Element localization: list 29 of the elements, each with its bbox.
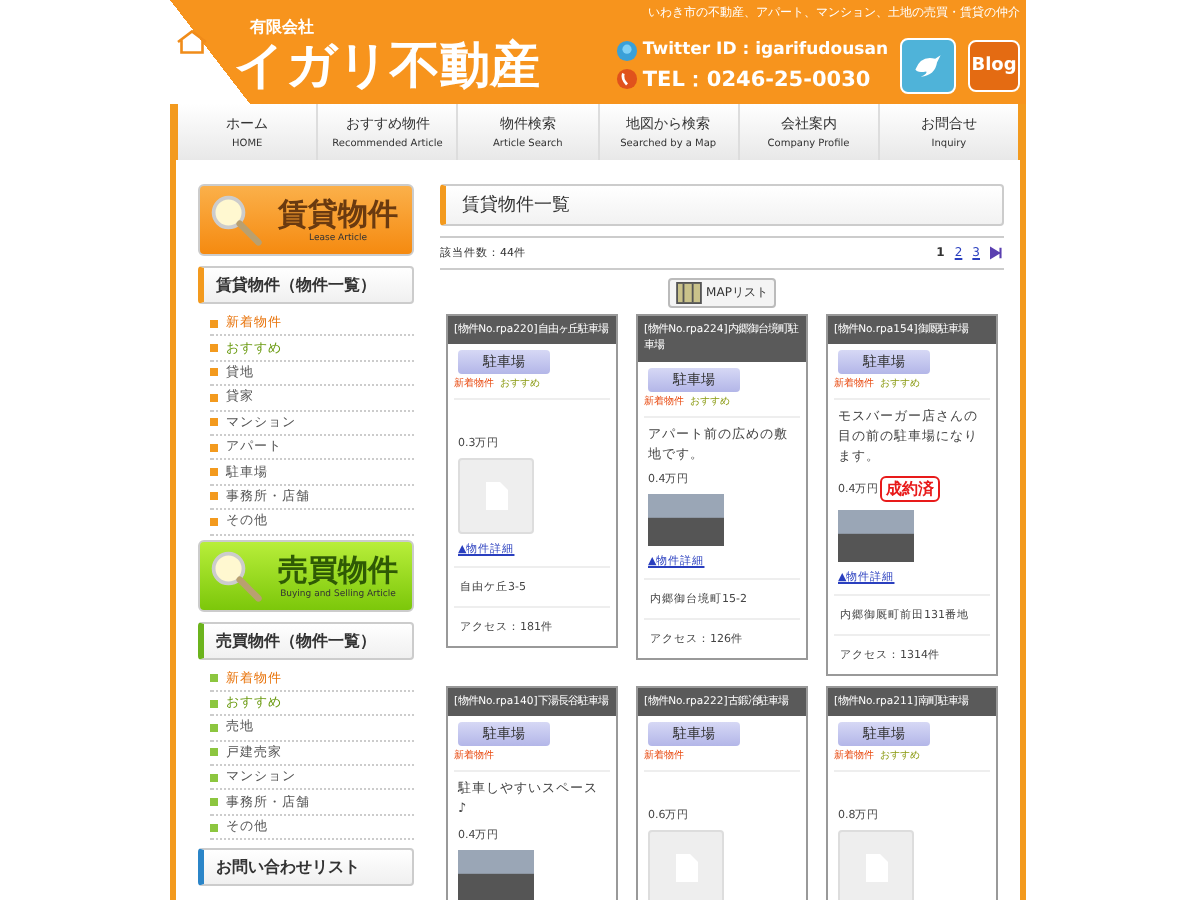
map-icon	[676, 282, 703, 304]
section-heading: 賃貸物件（物件一覧）	[198, 266, 414, 304]
bullet-icon	[210, 823, 218, 832]
bullet-icon	[210, 773, 218, 782]
page-heading: 賃貸物件一覧	[440, 184, 1004, 226]
bullet-icon	[210, 492, 218, 501]
twitter-id: Twitter ID : igarifudousan	[642, 40, 888, 60]
magnifier-icon	[208, 192, 264, 248]
bullet-icon	[210, 699, 218, 708]
company-name: イガリ不動産	[234, 38, 540, 94]
bullet-icon	[210, 319, 218, 328]
bullet-icon	[210, 368, 218, 377]
section-heading: お問い合わせリスト	[198, 848, 414, 887]
bullet-icon	[210, 468, 218, 477]
bullet-icon	[210, 517, 218, 526]
bullet-icon	[210, 344, 218, 353]
bullet-icon	[210, 443, 218, 452]
section-heading: 売買物件（物件一覧）	[198, 621, 414, 660]
bullet-icon	[210, 674, 218, 683]
bullet-icon	[210, 393, 218, 402]
magnifier-icon	[208, 547, 264, 604]
bullet-icon	[210, 723, 218, 732]
bullet-icon	[210, 798, 218, 807]
company-type: 有限会社	[250, 16, 316, 38]
bullet-icon	[210, 748, 218, 757]
sold-badge: 成約済	[879, 475, 940, 502]
last-page-icon[interactable]	[990, 246, 1004, 260]
bullet-icon	[210, 418, 218, 427]
phone-number: TEL：0246-25-0030	[642, 65, 871, 93]
